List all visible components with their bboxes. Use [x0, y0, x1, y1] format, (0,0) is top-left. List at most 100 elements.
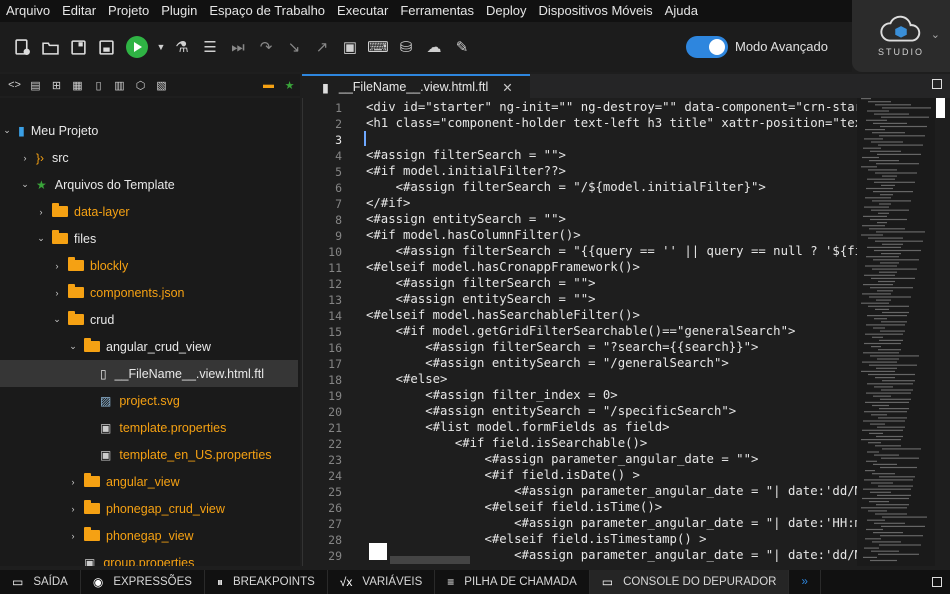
bottom-tab[interactable]: ▭ CONSOLE DO DEPURADOR [589, 570, 790, 594]
folder-filter-icon[interactable]: ▬ [258, 76, 279, 94]
chevron-right-icon[interactable]: › [34, 207, 48, 217]
sitemap-icon[interactable]: ⊞ [46, 76, 67, 94]
cloud-icon[interactable]: ☁ [420, 33, 448, 61]
checklist-icon[interactable]: ☰ [196, 33, 224, 61]
step-out-icon[interactable]: ↗ [308, 33, 336, 61]
line-number: 2 [335, 117, 342, 131]
horizontal-scrollbar[interactable] [390, 556, 470, 564]
menu-item-1[interactable]: Editar [56, 0, 102, 22]
terminal-icon[interactable]: ▣ [336, 33, 364, 61]
menu-item-6[interactable]: Ferramentas [394, 0, 480, 22]
code-line: <#elseif model.hasCronappFramework()> [366, 260, 640, 274]
code-line: <#list model.formFields as field> [366, 420, 670, 434]
tree-item[interactable]: › blockly [0, 252, 298, 279]
menu-item-2[interactable]: Projeto [102, 0, 155, 22]
tree-item[interactable]: ⌄ ★ Arquivos do Template [0, 171, 298, 198]
chevron-down-icon[interactable]: ⌄ [18, 179, 32, 190]
splitter[interactable] [302, 98, 303, 566]
tree-item[interactable]: ⌄ files [0, 225, 298, 252]
tree-item[interactable]: ▣ group.properties [0, 549, 298, 567]
tree-item[interactable]: › data-layer [0, 198, 298, 225]
chevron-down-icon[interactable]: ⌄ [50, 314, 64, 325]
menu-item-3[interactable]: Plugin [155, 0, 203, 22]
line-number: 27 [328, 517, 342, 531]
bottom-tab[interactable]: ◉ EXPRESSÕES [81, 570, 205, 594]
code-line: <#assign filterSearch = "{{query == '' |… [366, 244, 857, 258]
tree-item[interactable]: ▣ template.properties [0, 414, 298, 441]
tree-item-label: Arquivos do Template [54, 177, 175, 192]
step-into-icon[interactable]: ↘ [280, 33, 308, 61]
keyboard-search-icon[interactable]: ⌨ [364, 33, 392, 61]
advanced-mode-label: Modo Avançado [735, 39, 828, 54]
grid-icon[interactable]: ▦ [67, 76, 88, 94]
chevron-right-icon[interactable]: › [18, 153, 32, 163]
tree-item[interactable]: ▣ template_en_US.properties [0, 441, 298, 468]
studio-label: STUDIO [877, 47, 924, 57]
menu-item-9[interactable]: Ajuda [659, 0, 704, 22]
panel-maximize-icon[interactable] [932, 577, 942, 587]
advanced-mode-toggle[interactable] [686, 36, 728, 58]
menu-item-5[interactable]: Executar [331, 0, 394, 22]
tree-item[interactable]: ⌄ crud [0, 306, 298, 333]
tree-item[interactable]: ▨ project.svg [0, 387, 298, 414]
bottom-tab[interactable]: ≡ PILHA DE CHAMADA [435, 570, 590, 594]
step-forward-icon[interactable]: ⏭ [224, 33, 252, 61]
chevron-right-icon[interactable]: › [50, 261, 64, 271]
chevron-right-icon[interactable]: › [66, 477, 80, 487]
file-icon[interactable]: ▤ [25, 76, 46, 94]
html5-icon[interactable]: ⬡ [130, 76, 151, 94]
server-icon[interactable]: ▥ [109, 76, 130, 94]
vertical-scrollbar[interactable] [935, 98, 950, 566]
tree-root[interactable]: ⌄ ▮ Meu Projeto [0, 117, 298, 144]
folder-tree-icon[interactable]: ▧ [151, 76, 172, 94]
tree-item-label: phonegap_crud_view [106, 501, 225, 516]
menu-item-7[interactable]: Deploy [480, 0, 532, 22]
tree-item[interactable]: › components.json [0, 279, 298, 306]
flask-icon[interactable]: ⚗ [168, 33, 196, 61]
tree-item[interactable]: ›}› src [0, 144, 298, 171]
save-icon[interactable] [64, 33, 92, 61]
code-line: <#assign filterSearch = ""> [366, 276, 596, 290]
database-icon[interactable]: ⛁ [392, 33, 420, 61]
chevron-down-icon[interactable]: ⌄ [34, 233, 48, 244]
close-icon[interactable]: ✕ [502, 80, 512, 95]
more-tabs-icon[interactable]: » [789, 570, 821, 594]
chevron-right-icon[interactable]: › [50, 288, 64, 298]
scrollbar-thumb[interactable] [936, 98, 945, 118]
chevron-right-icon[interactable]: › [66, 504, 80, 514]
studio-logo[interactable]: STUDIO ⌄ [852, 0, 950, 72]
chevron-down-icon[interactable]: ⌄ [66, 341, 80, 352]
tree-item[interactable]: ▯ __FileName__.view.html.ftl [0, 360, 298, 387]
tree-item[interactable]: ⌄ angular_crud_view [0, 333, 298, 360]
run-options-chevron-icon[interactable]: ▼ [154, 33, 168, 61]
magic-wand-icon[interactable]: ✎ [448, 33, 476, 61]
code-editor[interactable]: 1 <div id="starter" ng-init="" ng-destroy… [302, 98, 857, 566]
bottom-tab[interactable]: ⏸ BREAKPOINTS [205, 570, 328, 594]
open-folder-icon[interactable] [36, 33, 64, 61]
bottom-tab[interactable]: √x VARIÁVEIS [328, 570, 436, 594]
menu-item-8[interactable]: Dispositivos Móveis [533, 0, 659, 22]
favorite-star-icon[interactable]: ★ [279, 76, 300, 94]
minimap[interactable] [857, 98, 935, 566]
chevron-right-icon[interactable]: › [66, 531, 80, 541]
chevron-down-icon[interactable]: ⌄ [931, 28, 940, 41]
line-number: 25 [328, 485, 342, 499]
step-over-icon[interactable]: ↷ [252, 33, 280, 61]
bottom-tab[interactable]: ▭ SAÍDA [0, 570, 81, 594]
tree-item[interactable]: › phonegap_view [0, 522, 298, 549]
folder-icon [84, 338, 100, 352]
editor-tab[interactable]: ▮ __FileName__.view.html.ftl ✕ [302, 74, 530, 98]
menu-item-4[interactable]: Espaço de Trabalho [203, 0, 331, 22]
chevron-down-icon[interactable]: ⌄ [0, 125, 14, 136]
maximize-icon[interactable] [932, 79, 942, 89]
project-toolbar: <> ▤ ⊞ ▦ ▯ ▥ ⬡ ▧ ▬ ★ [0, 74, 300, 96]
save-all-icon[interactable] [92, 33, 120, 61]
tree-item[interactable]: › phonegap_crud_view [0, 495, 298, 522]
tree-item-label: angular_view [106, 474, 180, 489]
new-file-icon[interactable] [8, 33, 36, 61]
menu-item-0[interactable]: Arquivo [0, 0, 56, 22]
mobile-icon[interactable]: ▯ [88, 76, 109, 94]
run-icon[interactable] [120, 33, 154, 61]
tree-item[interactable]: › angular_view [0, 468, 298, 495]
code-icon[interactable]: <> [4, 76, 25, 94]
